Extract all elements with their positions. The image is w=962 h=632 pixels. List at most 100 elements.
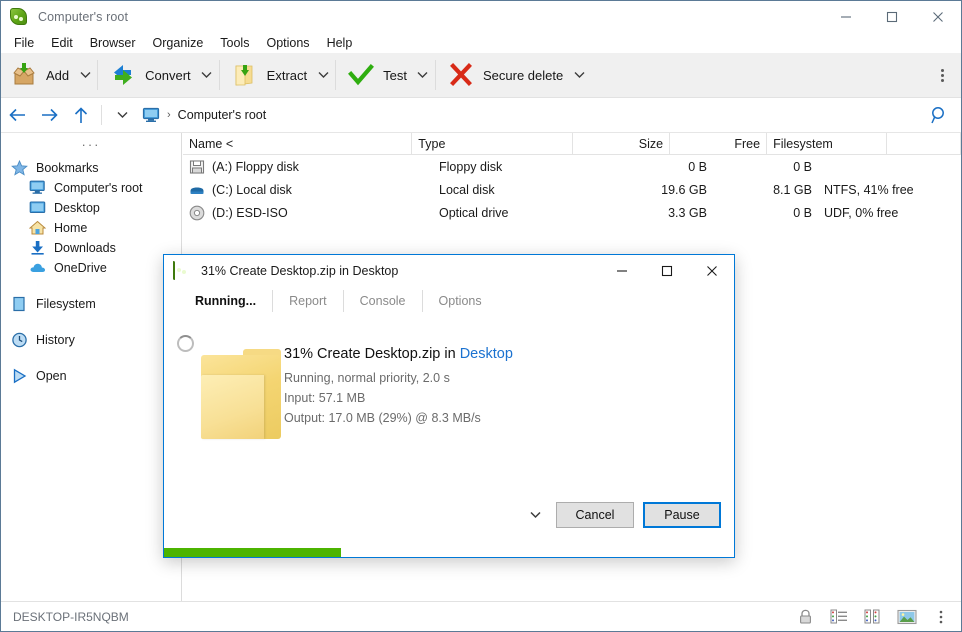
cell-free: 0 B xyxy=(713,155,818,178)
history-dropdown-caret[interactable] xyxy=(106,100,138,130)
menu-item-tools[interactable]: Tools xyxy=(212,34,257,52)
task-status-line: Running, normal priority, 2.0 s xyxy=(284,369,513,387)
convert-dropdown-caret[interactable] xyxy=(197,54,217,97)
title-bar: Computer's root xyxy=(1,1,961,32)
sidebar-overflow-dots[interactable]: ··· xyxy=(1,133,181,158)
sidebar-item-label: Computer's root xyxy=(54,181,143,195)
clock-icon xyxy=(11,332,29,348)
tab-options[interactable]: Options xyxy=(423,290,498,312)
table-row[interactable]: (C:) Local disk Local disk 19.6 GB 8.1 G… xyxy=(183,178,961,201)
menu-bar: File Edit Browser Organize Tools Options… xyxy=(1,32,961,53)
sidebar-item-open[interactable]: Open xyxy=(1,366,181,386)
sidebar-item-history[interactable]: History xyxy=(1,330,181,350)
test-button[interactable]: Test xyxy=(338,54,413,97)
desktop-icon xyxy=(29,200,47,216)
convert-arrows-icon xyxy=(110,62,136,88)
column-header-name[interactable]: Name < xyxy=(183,133,412,155)
sidebar-item-filesystem[interactable]: Filesystem xyxy=(1,294,181,314)
table-row[interactable]: (A:) Floppy disk Floppy disk 0 B 0 B xyxy=(183,155,961,178)
pause-button[interactable]: Pause xyxy=(643,502,721,528)
dialog-close-button[interactable] xyxy=(689,255,734,286)
dialog-options-caret[interactable] xyxy=(523,502,547,528)
lock-icon[interactable] xyxy=(795,607,815,627)
menu-item-help[interactable]: Help xyxy=(319,34,361,52)
filesystem-icon xyxy=(11,296,29,312)
home-icon xyxy=(29,220,47,236)
task-output-line: Output: 17.0 MB (29%) @ 8.3 MB/s xyxy=(284,409,513,427)
peazip-icon xyxy=(10,8,28,26)
test-button-label: Test xyxy=(383,68,407,83)
minimize-button[interactable] xyxy=(823,1,869,32)
download-icon xyxy=(29,240,47,256)
star-icon xyxy=(11,160,29,176)
sidebar-item-home[interactable]: Home xyxy=(1,218,181,238)
dialog-action-bar: Cancel Pause xyxy=(164,497,735,533)
add-button[interactable]: Add xyxy=(1,54,75,97)
toolbar-overflow-menu-icon[interactable] xyxy=(929,54,955,97)
task-destination-link[interactable]: Desktop xyxy=(460,346,513,362)
details-view-icon[interactable] xyxy=(863,607,883,627)
menu-item-options[interactable]: Options xyxy=(258,34,317,52)
secure-delete-dropdown-caret[interactable] xyxy=(569,54,589,97)
breadcrumb-root-icon[interactable] xyxy=(138,101,164,129)
statusbar-overflow-menu-icon[interactable] xyxy=(931,607,951,627)
back-button[interactable] xyxy=(1,100,33,130)
floppy-disk-icon xyxy=(189,159,205,175)
cell-size: 0 B xyxy=(608,155,713,178)
dialog-minimize-button[interactable] xyxy=(599,255,644,286)
list-view-icon[interactable] xyxy=(829,607,849,627)
menu-item-edit[interactable]: Edit xyxy=(43,34,81,52)
sidebar-item-label: OneDrive xyxy=(54,261,107,275)
column-header-extra[interactable] xyxy=(887,133,961,155)
cloud-icon xyxy=(29,260,47,276)
table-row[interactable]: (D:) ESD-ISO Optical drive 3.3 GB 0 B UD… xyxy=(183,201,961,224)
progress-bar-fill xyxy=(164,548,341,557)
cell-size: 19.6 GB xyxy=(608,178,713,201)
column-header-row: Name < Type Size Free Filesystem xyxy=(183,133,961,155)
cell-size: 3.3 GB xyxy=(608,201,713,224)
column-header-free[interactable]: Free xyxy=(670,133,767,155)
extract-button-label: Extract xyxy=(267,68,307,83)
search-icon[interactable] xyxy=(929,105,949,125)
convert-button[interactable]: Convert xyxy=(100,54,197,97)
extract-button[interactable]: Extract xyxy=(222,54,313,97)
menu-item-file[interactable]: File xyxy=(6,34,42,52)
folder-icon xyxy=(201,349,281,439)
dialog-maximize-button[interactable] xyxy=(644,255,689,286)
sidebar-item-computers-root[interactable]: Computer's root xyxy=(1,178,181,198)
column-header-type[interactable]: Type xyxy=(412,133,573,155)
cell-filesystem: NTFS, 41% free xyxy=(818,178,948,201)
cell-type: Local disk xyxy=(433,178,608,201)
tab-console[interactable]: Console xyxy=(344,290,423,312)
sidebar-item-bookmarks[interactable]: Bookmarks xyxy=(1,158,181,178)
secure-delete-button-label: Secure delete xyxy=(483,68,563,83)
cancel-button[interactable]: Cancel xyxy=(556,502,634,528)
breadcrumb-path[interactable]: Computer's root xyxy=(174,101,271,129)
sidebar: ··· Bookmarks Computer's root xyxy=(1,133,182,601)
forward-button[interactable] xyxy=(33,100,65,130)
cell-name: (A:) Floppy disk xyxy=(212,160,299,174)
toolbar-separator xyxy=(97,60,98,90)
tab-running[interactable]: Running... xyxy=(179,290,273,312)
column-header-size[interactable]: Size xyxy=(573,133,670,155)
cell-type: Floppy disk xyxy=(433,155,608,178)
status-computer-name: DESKTOP-IR5NQBM xyxy=(13,610,129,624)
extract-dropdown-caret[interactable] xyxy=(313,54,333,97)
sidebar-gap xyxy=(1,350,181,366)
sidebar-item-onedrive[interactable]: OneDrive xyxy=(1,258,181,278)
sidebar-item-downloads[interactable]: Downloads xyxy=(1,238,181,258)
menu-item-browser[interactable]: Browser xyxy=(82,34,144,52)
test-dropdown-caret[interactable] xyxy=(413,54,433,97)
column-header-filesystem[interactable]: Filesystem xyxy=(767,133,887,155)
dialog-tabs: Running... Report Console Options xyxy=(164,286,734,316)
up-button[interactable] xyxy=(65,100,97,130)
sidebar-item-desktop[interactable]: Desktop xyxy=(1,198,181,218)
add-dropdown-caret[interactable] xyxy=(75,54,95,97)
close-button[interactable] xyxy=(915,1,961,32)
secure-delete-button[interactable]: Secure delete xyxy=(438,54,569,97)
menu-item-organize[interactable]: Organize xyxy=(145,34,212,52)
thumbnail-view-icon[interactable] xyxy=(897,607,917,627)
hard-disk-icon xyxy=(189,182,205,198)
tab-report[interactable]: Report xyxy=(273,290,344,312)
maximize-button[interactable] xyxy=(869,1,915,32)
